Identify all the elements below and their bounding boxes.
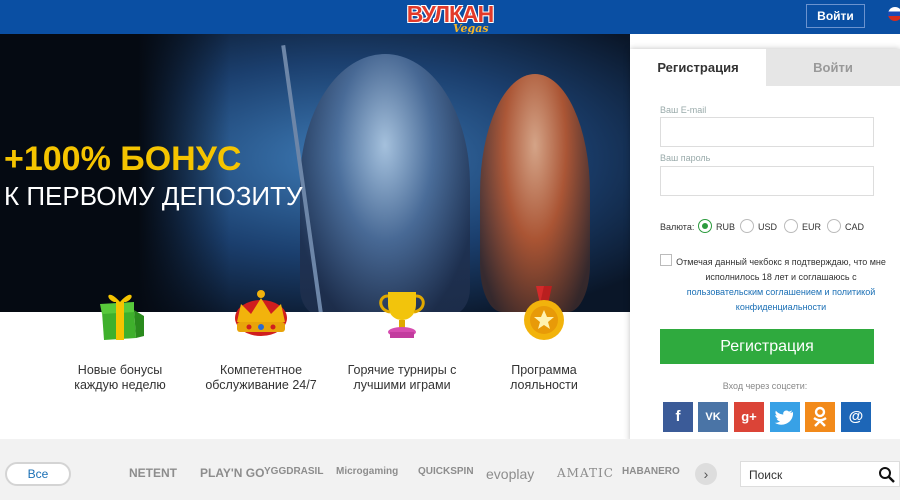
medal-icon	[524, 286, 564, 340]
hero-bonus-title: +100% БОНУС	[4, 140, 242, 178]
terms-statement: Отмечая данный чекбокс я подтверждаю, чт…	[676, 257, 886, 282]
password-label: Ваш пароль	[660, 153, 711, 163]
feature-text: Компетентное обслуживание 24/7	[205, 363, 317, 392]
twitter-bird-glyph	[774, 410, 794, 425]
hero-banner[interactable]: +100% БОНУС К ПЕРВОМУ ДЕПОЗИТУ	[0, 34, 630, 312]
terms-link[interactable]: пользовательским соглашением и политикой…	[687, 287, 876, 312]
facebook-icon[interactable]: f	[663, 402, 693, 432]
feature-weekly-bonuses: Новые бонусы каждую неделю	[60, 284, 180, 393]
casino-page: ВУЛКАН Vegas Войти +100% БОНУС К ПЕРВОМУ…	[0, 0, 900, 500]
social-login-label: Вход через соцсети:	[722, 381, 808, 391]
crown-icon	[235, 290, 287, 336]
currency-radio-rub[interactable]	[698, 219, 712, 233]
currency-radio-cad[interactable]	[827, 219, 841, 233]
password-field[interactable]	[660, 166, 874, 196]
tab-registration[interactable]: Регистрация	[630, 49, 766, 86]
odnoklassniki-icon[interactable]	[805, 402, 835, 432]
age-terms-checkbox[interactable]	[660, 254, 672, 266]
header-login-button[interactable]: Войти	[806, 4, 865, 28]
russian-flag-icon[interactable]	[888, 7, 900, 21]
provider-yggdrasil[interactable]: YGGDRASIL	[264, 466, 323, 477]
terms-text: Отмечая данный чекбокс я подтверждаю, чт…	[674, 255, 888, 315]
currency-label-rub: RUB	[716, 222, 736, 232]
currency-label-cad: CAD	[845, 222, 865, 232]
odnoklassniki-glyph	[813, 406, 827, 427]
provider-microgaming[interactable]: Microgaming	[336, 466, 398, 477]
twitter-icon[interactable]	[770, 402, 800, 432]
feature-support: Компетентное обслуживание 24/7	[201, 284, 321, 393]
provider-amatic[interactable]: AMATIC	[557, 466, 614, 480]
registration-panel: Регистрация Войти Ваш E-mail Ваш пароль …	[630, 49, 900, 442]
search-icon[interactable]	[878, 466, 896, 484]
hero-bonus-subtitle: К ПЕРВОМУ ДЕПОЗИТУ	[4, 181, 303, 211]
email-label: Ваш E-mail	[660, 105, 707, 115]
google-plus-icon[interactable]: g+	[734, 402, 764, 432]
currency-radio-usd[interactable]	[740, 219, 754, 233]
currency-selector: Валюта: RUB USD EUR CAD	[660, 219, 896, 235]
feature-text: Горячие турниры с лучшими играми	[347, 363, 457, 392]
currency-radio-eur[interactable]	[784, 219, 798, 233]
logo-main-text: ВУЛКАН	[406, 1, 495, 27]
register-button[interactable]: Регистрация	[660, 329, 874, 364]
provider-netent[interactable]: NETENT	[129, 466, 177, 480]
trophy-icon	[379, 292, 425, 338]
vk-icon[interactable]: VK	[698, 402, 728, 432]
feature-text: Программа лояльности	[510, 363, 578, 392]
all-providers-button[interactable]: Все	[5, 462, 71, 486]
logo[interactable]: ВУЛКАН Vegas	[390, 1, 510, 35]
search-input[interactable]	[749, 466, 869, 484]
currency-label-usd: USD	[758, 222, 778, 232]
email-field[interactable]	[660, 117, 874, 147]
provider-quickspin[interactable]: QUICKSPIN	[418, 466, 474, 477]
currency-label: Валюта:	[660, 222, 695, 232]
mail-icon[interactable]: @	[841, 402, 871, 432]
feature-text: Новые бонусы каждую неделю	[74, 363, 166, 392]
providers-bar: Все NETENT PLAY'N GO YGGDRASIL Microgami…	[0, 439, 900, 500]
tab-login[interactable]: Войти	[766, 49, 900, 86]
feature-tournaments: Горячие турниры с лучшими играми	[342, 284, 462, 393]
currency-label-eur: EUR	[802, 222, 822, 232]
chevron-right-icon[interactable]: ›	[695, 463, 717, 485]
game-search	[740, 461, 900, 487]
provider-evoplay[interactable]: evoplay	[486, 466, 534, 482]
provider-playngo[interactable]: PLAY'N GO	[200, 466, 264, 480]
warrior-illustration	[300, 54, 470, 312]
provider-habanero[interactable]: HABANERO	[622, 466, 680, 477]
feature-loyalty: Программа лояльности	[484, 284, 604, 393]
gift-icon	[100, 294, 144, 340]
top-header: ВУЛКАН Vegas Войти	[0, 0, 900, 35]
elf-illustration	[480, 74, 590, 312]
